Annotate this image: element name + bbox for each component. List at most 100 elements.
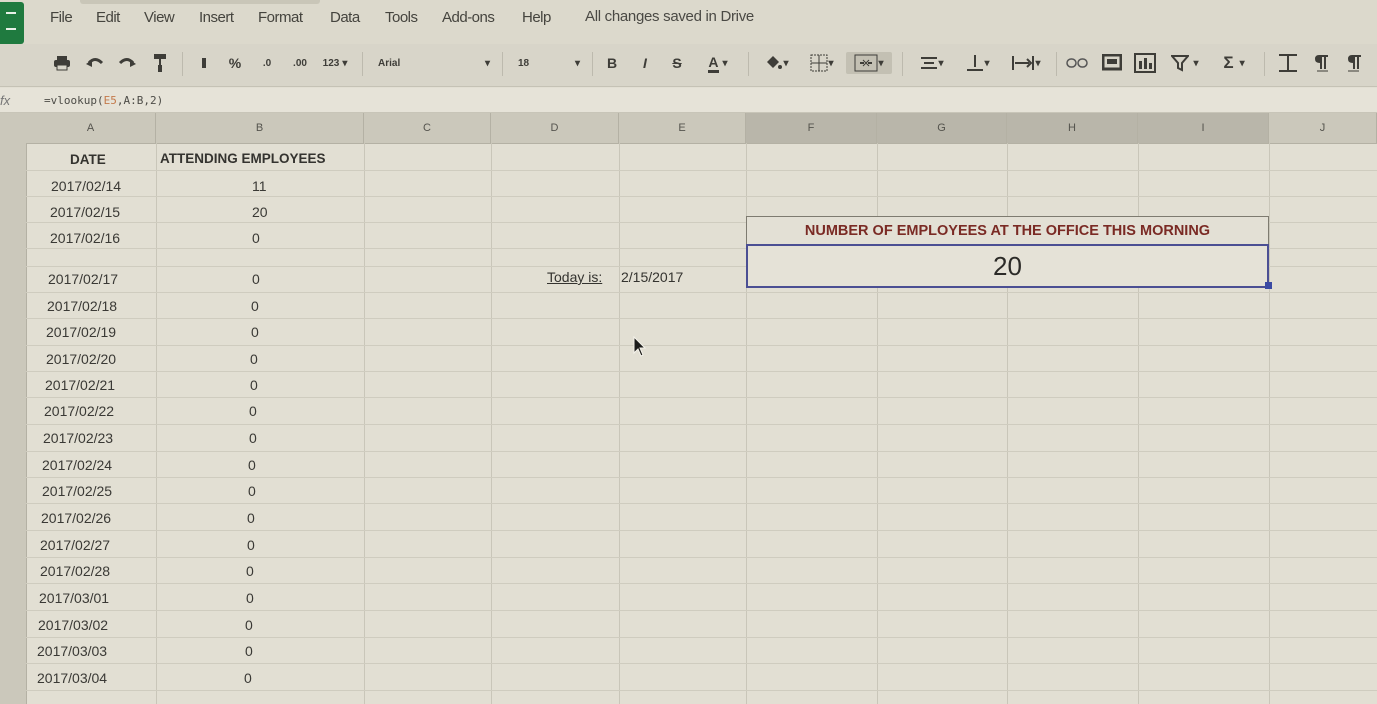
menu-edit[interactable]: Edit bbox=[96, 9, 120, 26]
borders-icon[interactable]: ▾ bbox=[804, 52, 840, 74]
font-family-select[interactable]: Arial ▾ bbox=[378, 52, 490, 74]
attending-cell[interactable]: 0 bbox=[250, 351, 258, 367]
attending-cell[interactable]: 0 bbox=[252, 230, 260, 246]
paint-format-icon[interactable] bbox=[148, 52, 172, 74]
date-cell[interactable]: 2017/02/26 bbox=[41, 510, 111, 526]
column-header-b[interactable]: B bbox=[156, 113, 364, 143]
column-header-e[interactable]: E bbox=[619, 113, 746, 143]
column-header-g[interactable]: G bbox=[877, 113, 1007, 143]
attending-cell[interactable]: 0 bbox=[245, 643, 253, 659]
date-cell[interactable]: 2017/03/03 bbox=[37, 643, 107, 659]
formula-bar[interactable] bbox=[0, 88, 1377, 113]
date-cell[interactable]: 2017/02/18 bbox=[47, 298, 117, 314]
attending-cell[interactable]: 0 bbox=[252, 271, 260, 287]
strikethrough-button[interactable]: S bbox=[668, 52, 686, 74]
date-cell[interactable]: 2017/02/14 bbox=[51, 178, 121, 194]
attending-cell[interactable]: 0 bbox=[245, 617, 253, 633]
summary-value[interactable]: 20 bbox=[746, 244, 1269, 288]
date-cell[interactable]: 2017/03/01 bbox=[39, 590, 109, 606]
document-title[interactable] bbox=[80, 0, 320, 4]
attending-cell[interactable]: 0 bbox=[251, 324, 259, 340]
date-cell[interactable]: 2017/02/28 bbox=[40, 563, 110, 579]
attending-cell[interactable]: 0 bbox=[248, 483, 256, 499]
merge-cells-icon[interactable]: ▾ bbox=[846, 52, 892, 74]
column-header-h[interactable]: H bbox=[1007, 113, 1138, 143]
attending-column-header[interactable]: ATTENDING EMPLOYEES bbox=[160, 151, 326, 166]
menu-data[interactable]: Data bbox=[330, 9, 360, 26]
fill-handle[interactable] bbox=[1265, 282, 1272, 289]
summary-header[interactable]: NUMBER OF EMPLOYEES AT THE OFFICE THIS M… bbox=[746, 216, 1269, 244]
today-label[interactable]: Today is: bbox=[547, 269, 602, 285]
ltr-paragraph-icon[interactable] bbox=[1310, 52, 1334, 74]
undo-icon[interactable] bbox=[83, 52, 107, 74]
decrease-decimal-button[interactable]: .0 bbox=[257, 52, 277, 74]
currency-icon[interactable] bbox=[195, 52, 213, 74]
insert-chart-icon[interactable] bbox=[1132, 52, 1158, 74]
menu-file[interactable]: File bbox=[50, 9, 73, 26]
bold-button[interactable]: B bbox=[603, 52, 621, 74]
attending-cell[interactable]: 0 bbox=[246, 590, 254, 606]
date-cell[interactable]: 2017/03/02 bbox=[38, 617, 108, 633]
insert-link-icon[interactable] bbox=[1064, 52, 1090, 74]
attending-cell[interactable]: 11 bbox=[252, 178, 267, 194]
column-header-d[interactable]: D bbox=[491, 113, 619, 143]
functions-button[interactable]: Σ ▾ bbox=[1214, 52, 1254, 74]
today-value[interactable]: 2/15/2017 bbox=[621, 269, 683, 285]
date-cell[interactable]: 2017/02/23 bbox=[43, 430, 113, 446]
increase-decimal-button[interactable]: .00 bbox=[288, 52, 312, 74]
date-cell[interactable]: 2017/02/17 bbox=[48, 271, 118, 287]
date-cell[interactable]: 2017/02/21 bbox=[45, 377, 115, 393]
filter-icon[interactable]: ▾ bbox=[1166, 52, 1204, 74]
freeze-rows-icon[interactable] bbox=[1276, 52, 1300, 74]
date-cell[interactable]: 2017/02/22 bbox=[44, 403, 114, 419]
attending-cell[interactable]: 0 bbox=[249, 403, 257, 419]
rtl-paragraph-icon[interactable] bbox=[1343, 52, 1367, 74]
horizontal-align-icon[interactable]: ▾ bbox=[912, 52, 952, 74]
text-wrap-icon[interactable]: ▾ bbox=[1004, 52, 1048, 74]
date-cell[interactable]: 2017/02/19 bbox=[46, 324, 116, 340]
percent-button[interactable]: % bbox=[225, 52, 245, 74]
font-size-select[interactable]: 18 ▾ bbox=[518, 52, 580, 74]
column-header-c[interactable]: C bbox=[364, 113, 491, 143]
menu-help[interactable]: Help bbox=[522, 9, 551, 26]
date-cell[interactable]: 2017/02/15 bbox=[50, 204, 120, 220]
attending-cell[interactable]: 0 bbox=[249, 430, 257, 446]
date-cell[interactable]: 2017/02/25 bbox=[42, 483, 112, 499]
text-color-button[interactable]: A ▾ bbox=[698, 52, 738, 74]
menu-tools[interactable]: Tools bbox=[385, 9, 418, 26]
attending-cell[interactable]: 0 bbox=[251, 298, 259, 314]
date-cell[interactable]: 2017/03/04 bbox=[37, 670, 107, 686]
menu-addons[interactable]: Add-ons bbox=[442, 9, 495, 26]
column-header-a[interactable]: A bbox=[26, 113, 156, 143]
date-cell[interactable]: 2017/02/16 bbox=[50, 230, 120, 246]
date-cell[interactable]: 2017/02/27 bbox=[40, 537, 110, 553]
sheets-logo-icon[interactable] bbox=[0, 2, 24, 44]
attending-cell[interactable]: 0 bbox=[244, 670, 252, 686]
row-header-bar[interactable] bbox=[0, 143, 27, 704]
print-icon[interactable] bbox=[50, 52, 74, 74]
date-cell[interactable]: 2017/02/20 bbox=[46, 351, 116, 367]
attending-cell[interactable]: 0 bbox=[246, 563, 254, 579]
attending-cell[interactable]: 0 bbox=[248, 457, 256, 473]
column-header-i[interactable]: I bbox=[1138, 113, 1269, 143]
attending-cell[interactable]: 0 bbox=[247, 510, 255, 526]
date-column-header[interactable]: DATE bbox=[70, 152, 106, 167]
chevron-down-icon: ▾ bbox=[1193, 57, 1199, 69]
vertical-align-icon[interactable]: ▾ bbox=[958, 52, 998, 74]
column-header-f[interactable]: F bbox=[746, 113, 877, 143]
attending-cell[interactable]: 0 bbox=[247, 537, 255, 553]
menu-insert[interactable]: Insert bbox=[199, 9, 234, 26]
more-formats-button[interactable]: 123 ▾ bbox=[320, 52, 350, 74]
column-header-j[interactable]: J bbox=[1269, 113, 1377, 143]
fill-color-icon[interactable]: ▾ bbox=[758, 52, 794, 74]
function-icon: fx bbox=[0, 93, 11, 108]
menu-format[interactable]: Format bbox=[258, 9, 303, 26]
italic-button[interactable]: I bbox=[636, 52, 654, 74]
attending-cell[interactable]: 20 bbox=[252, 204, 268, 220]
menu-view[interactable]: View bbox=[144, 9, 175, 26]
formula-input[interactable]: =vlookup(E5,A:B,2) bbox=[44, 94, 163, 107]
attending-cell[interactable]: 0 bbox=[250, 377, 258, 393]
insert-comment-icon[interactable] bbox=[1100, 52, 1124, 74]
redo-icon[interactable] bbox=[115, 52, 139, 74]
date-cell[interactable]: 2017/02/24 bbox=[42, 457, 112, 473]
